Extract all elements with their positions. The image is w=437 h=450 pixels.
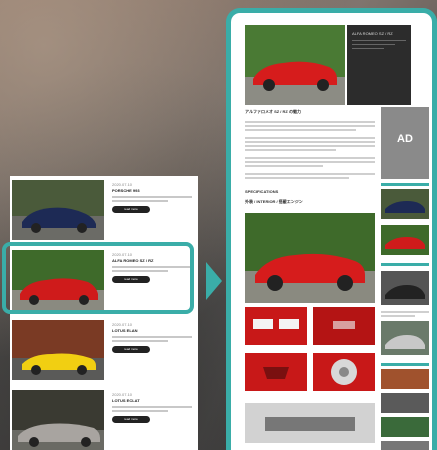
list-item-title: LOTUS ECLAT (112, 398, 140, 403)
section-heading: SPECIFICATIONS (245, 189, 279, 194)
thumbnail-image (12, 390, 104, 450)
detail-photo[interactable] (245, 307, 307, 345)
read-more-button[interactable]: read more (112, 206, 150, 213)
ad-label: AD (397, 133, 413, 145)
sidebar-divider (381, 263, 429, 266)
thumbnail-image (12, 180, 104, 240)
arrow-right-icon (206, 262, 222, 300)
list-item-title: LOTUS ELAN (112, 328, 138, 333)
detail-photo[interactable] (313, 307, 375, 345)
hero-caption-panel: ALFA ROMEO SZ / RZ (347, 25, 411, 105)
selected-item-highlight (2, 242, 194, 314)
sidebar-thumbnail[interactable] (381, 189, 429, 219)
detail-photo[interactable] (245, 353, 307, 391)
read-more-button[interactable]: read more (112, 346, 150, 353)
sidebar-thumbnail[interactable] (381, 417, 429, 437)
section-heading: 外装 / INTERIOR / 搭載エンジン (245, 199, 303, 204)
list-item-title: PORSCHE 993 (112, 188, 140, 193)
sidebar-text (381, 309, 429, 319)
article-photo[interactable] (245, 213, 375, 303)
sidebar-divider (381, 183, 429, 186)
list-item[interactable]: 2020.07.10 PORSCHE 993 read more (10, 178, 198, 244)
detail-photo[interactable] (245, 403, 375, 443)
article-paragraph (245, 155, 375, 169)
sidebar-thumbnail[interactable] (381, 393, 429, 413)
thumbnail-image (12, 320, 104, 380)
hero-image (245, 25, 345, 105)
article-title: アルファロメオ SZ / RZ の魅力 (245, 109, 301, 114)
sidebar-thumbnail[interactable] (381, 369, 429, 389)
sidebar-thumbnail[interactable] (381, 225, 429, 255)
article-paragraph (245, 135, 375, 153)
article-paragraph (245, 119, 375, 133)
article-page: ALFA ROMEO SZ / RZ アルファロメオ SZ / RZ の魅力 S… (226, 8, 437, 450)
detail-photo[interactable] (313, 353, 375, 391)
list-item[interactable]: 2020.07.10 LOTUS ELAN read more (10, 318, 198, 384)
hero-title: ALFA ROMEO SZ / RZ (352, 31, 393, 36)
sidebar-thumbnail[interactable] (381, 321, 429, 355)
read-more-button[interactable]: read more (112, 416, 150, 423)
sidebar-thumbnail[interactable] (381, 271, 429, 305)
sidebar-divider (381, 363, 429, 366)
ad-banner[interactable]: AD (381, 107, 429, 179)
list-item[interactable]: 2020.07.10 LOTUS ECLAT read more (10, 388, 198, 450)
article-paragraph (245, 171, 375, 181)
sidebar-thumbnail[interactable] (381, 441, 429, 450)
